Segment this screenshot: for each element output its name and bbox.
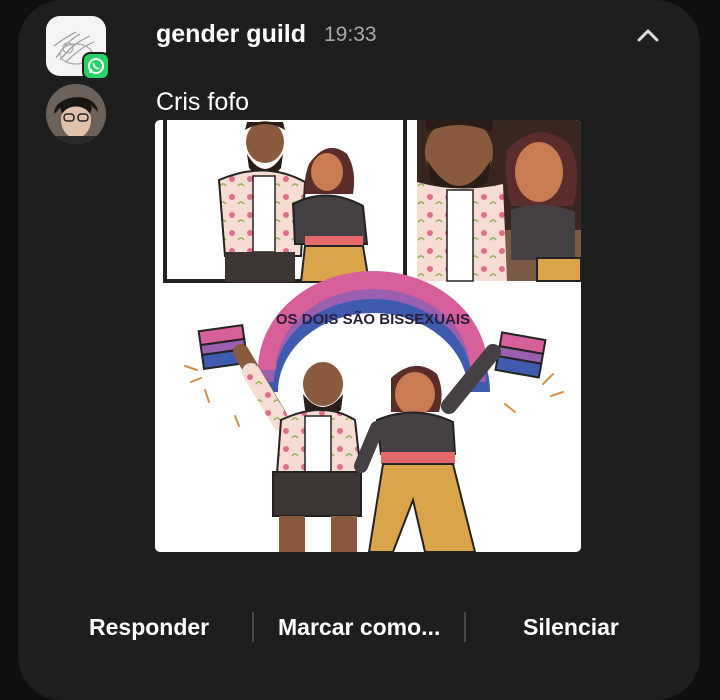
avatar xyxy=(46,84,106,144)
divider xyxy=(464,612,466,642)
reply-button[interactable]: Responder xyxy=(89,614,209,641)
group-title: gender guild xyxy=(156,20,306,48)
message-image[interactable]: OS DOIS SÃO BISSEXUAIS xyxy=(155,120,581,552)
mute-button[interactable]: Silenciar xyxy=(523,614,619,641)
notification-actions: Responder Marcar como... Silenciar xyxy=(18,600,700,656)
sender-name: Cris fofo xyxy=(156,88,250,116)
divider xyxy=(252,612,254,642)
mark-as-button[interactable]: Marcar como... xyxy=(278,614,440,641)
timestamp: 19:33 xyxy=(324,23,377,46)
whatsapp-icon xyxy=(82,52,110,80)
chevron-up-icon[interactable] xyxy=(630,18,666,54)
banner-text: OS DOIS SÃO BISSEXUAIS xyxy=(276,310,470,328)
